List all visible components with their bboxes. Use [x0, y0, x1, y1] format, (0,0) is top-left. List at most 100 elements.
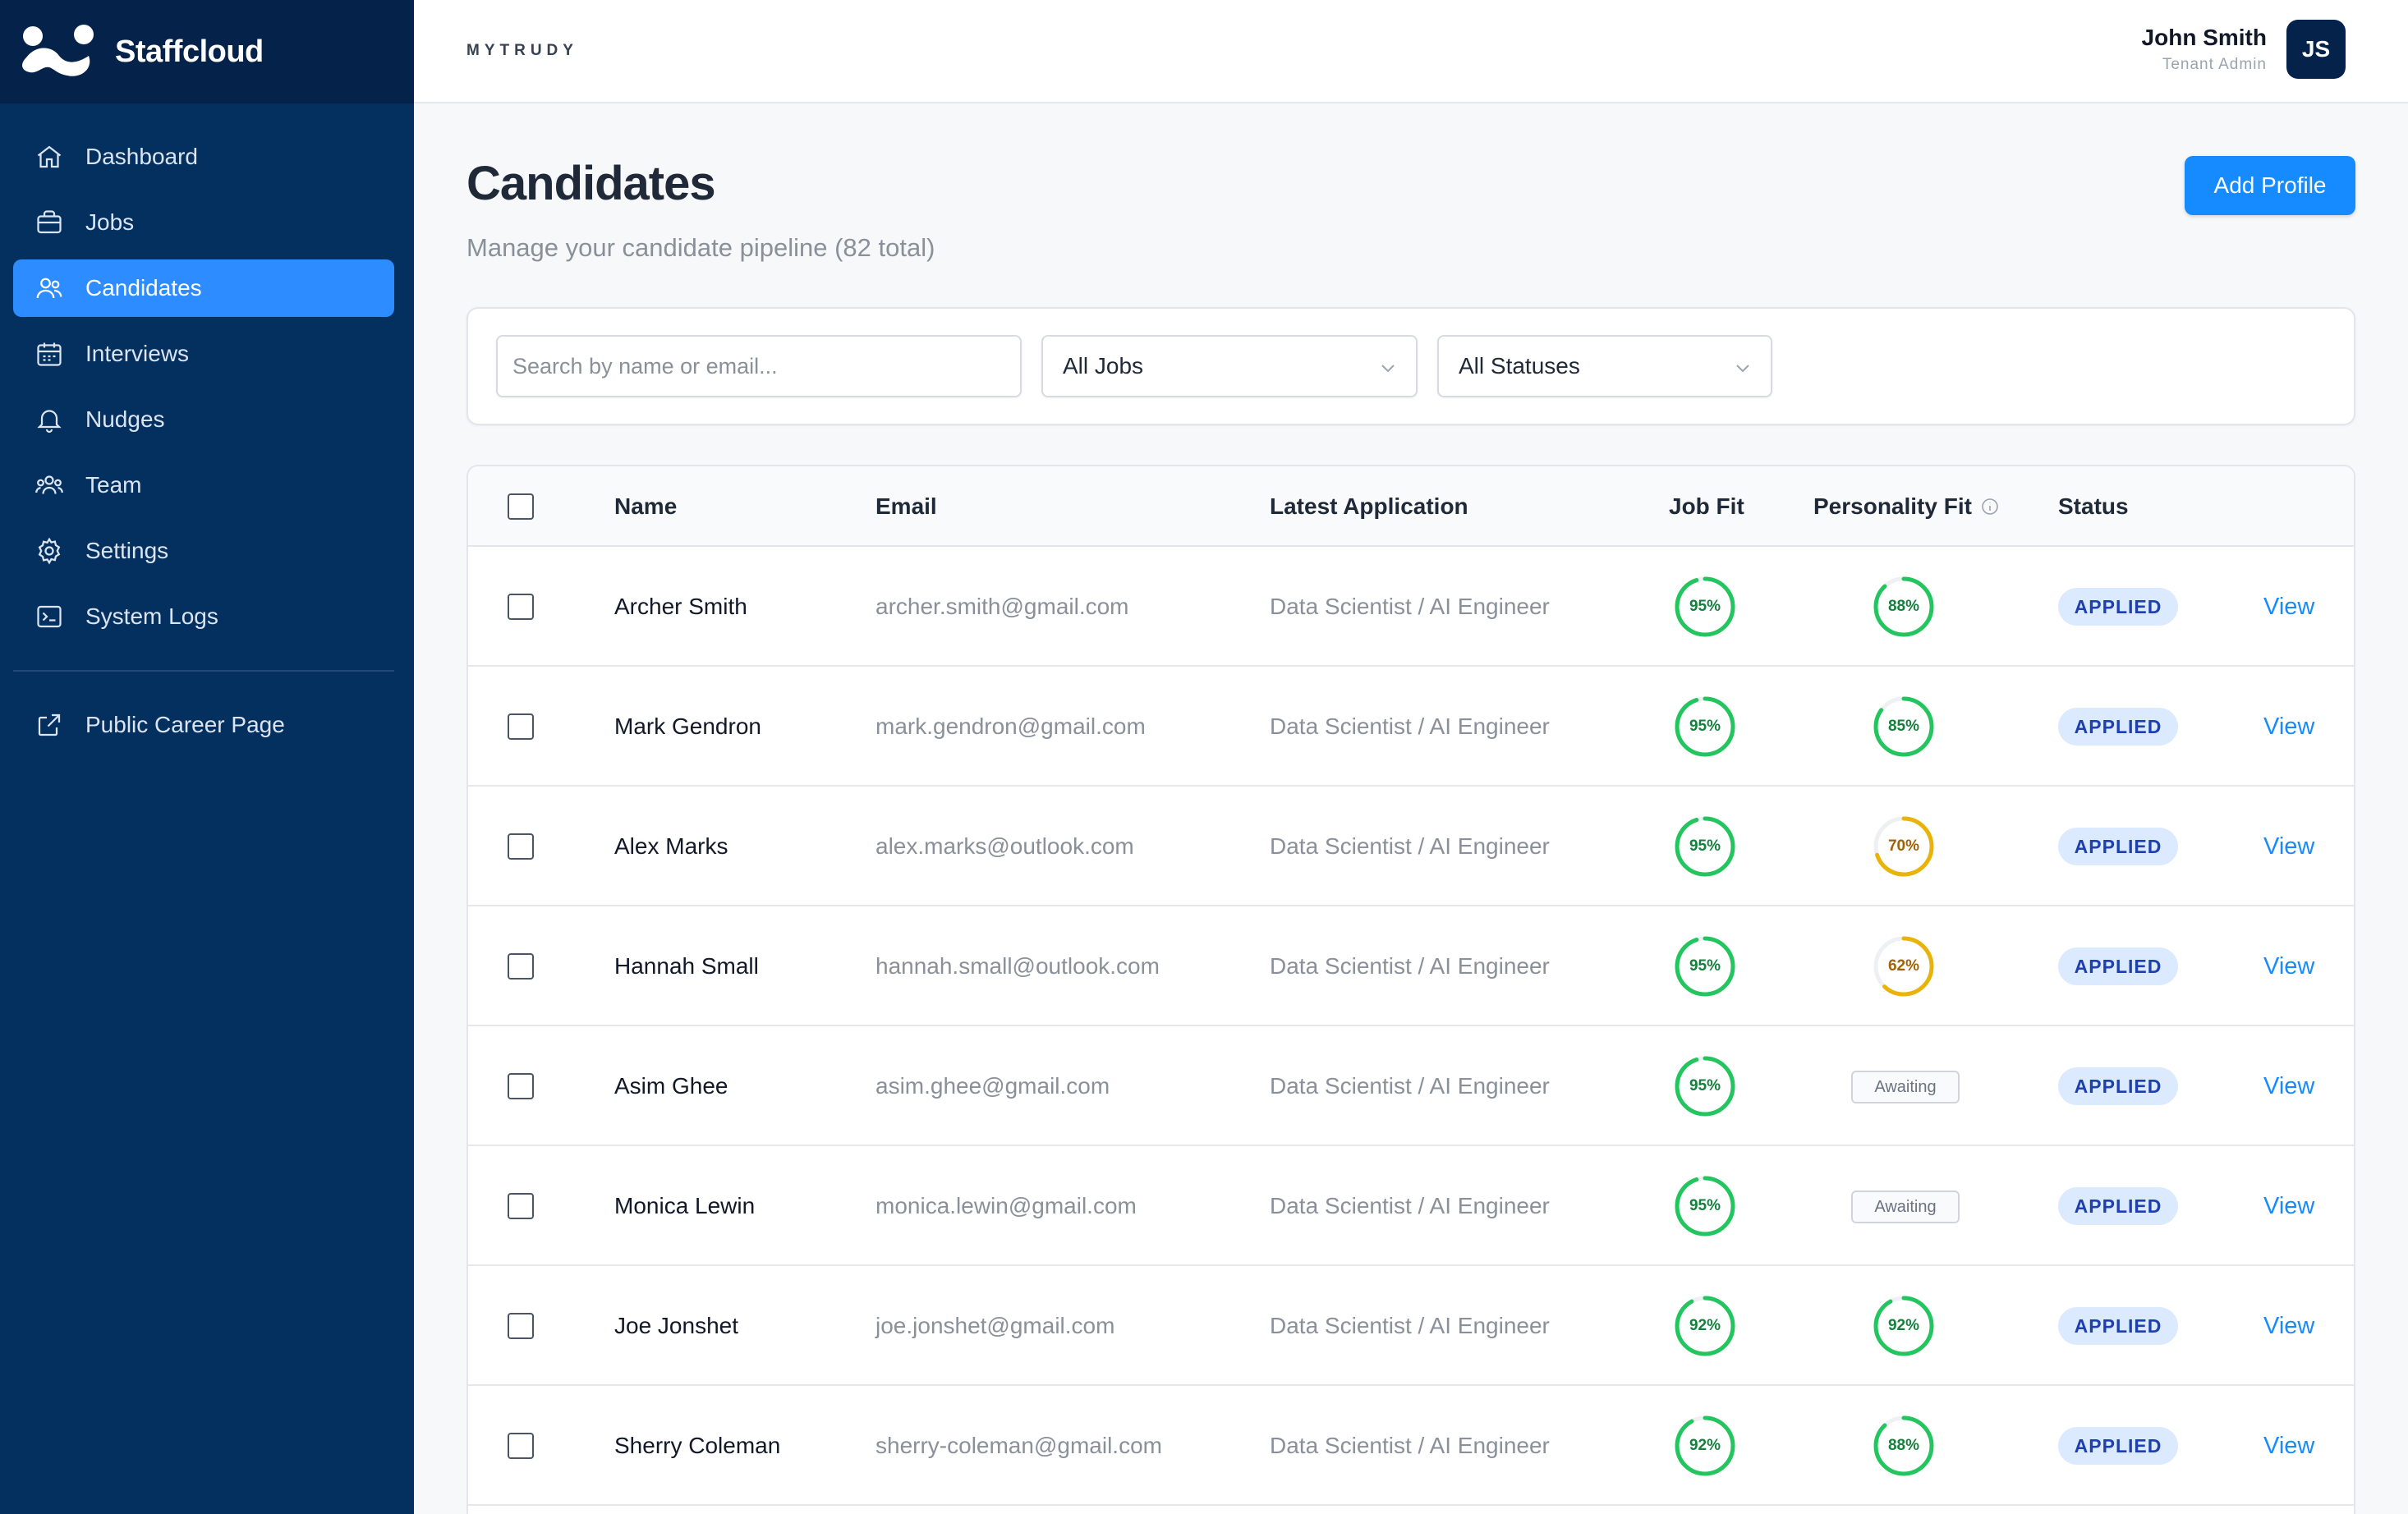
column-header-status[interactable]: Status	[2058, 466, 2129, 547]
job-fit-ring: 95%	[1672, 574, 1738, 640]
personality-fit-ring-label: 70%	[1887, 837, 1920, 855]
candidate-email: monica.lewin@gmail.com	[875, 1193, 1137, 1218]
row-checkbox[interactable]	[508, 1313, 534, 1339]
sidebar-item-label: Dashboard	[85, 144, 198, 169]
sidebar: Staffcloud Dashboard Jobs Candidates Int…	[0, 0, 414, 1514]
table-header: Name Email Latest Application Job Fit Pe…	[468, 466, 2354, 547]
sidebar-item-team[interactable]: Team	[13, 456, 394, 514]
sidebar-item-system-logs[interactable]: System Logs	[13, 588, 394, 645]
table-row[interactable]: Hannah Small hannah.small@outlook.com Data…	[468, 906, 2354, 1026]
view-link[interactable]: View	[2263, 667, 2314, 787]
sidebar-item-jobs[interactable]: Jobs	[13, 194, 394, 251]
view-link[interactable]: View	[2263, 1386, 2314, 1506]
page-title: Candidates	[466, 157, 716, 210]
column-header-name[interactable]: Name	[614, 466, 677, 547]
sidebar-item-label: Jobs	[85, 209, 135, 235]
calendar-icon	[34, 339, 64, 369]
sidebar-item-nudges[interactable]: Nudges	[13, 391, 394, 448]
row-checkbox[interactable]	[508, 594, 534, 620]
view-link[interactable]: View	[2263, 1266, 2314, 1386]
sidebar-item-settings[interactable]: Settings	[13, 522, 394, 580]
external-link-icon	[34, 710, 64, 740]
page-subtitle: Manage your candidate pipeline (82 total…	[466, 233, 935, 262]
sidebar-item-label: Public Career Page	[85, 712, 285, 737]
sidebar-nav: Dashboard Jobs Candidates Interviews Nud…	[0, 103, 414, 754]
users-icon	[34, 273, 64, 303]
user-role: Tenant Admin	[2162, 56, 2267, 73]
job-fit-ring-label: 92%	[1689, 1317, 1721, 1334]
jobs-select[interactable]: All Jobs	[1041, 335, 1418, 397]
select-all-checkbox[interactable]	[508, 493, 534, 520]
table-body: Archer Smith archer.smith@gmail.com Data S…	[468, 547, 2354, 1506]
job-fit-ring-label: 95%	[1689, 598, 1721, 615]
personality-fit-ring: 88%	[1871, 1413, 1937, 1479]
job-fit-ring: 95%	[1672, 1173, 1738, 1239]
view-link[interactable]: View	[2263, 1026, 2314, 1146]
sidebar-item-label: Settings	[85, 538, 169, 563]
info-icon[interactable]	[1980, 497, 2000, 516]
gear-icon	[34, 536, 64, 566]
row-checkbox[interactable]	[508, 833, 534, 860]
column-header-latest-application[interactable]: Latest Application	[1270, 466, 1468, 547]
personality-fit-ring-label: 88%	[1887, 598, 1920, 615]
job-fit-ring: 95%	[1672, 694, 1738, 759]
sidebar-divider	[13, 670, 394, 672]
search-input[interactable]	[496, 335, 1022, 397]
row-checkbox[interactable]	[508, 1433, 534, 1459]
candidates-table: Name Email Latest Application Job Fit Pe…	[466, 465, 2355, 1514]
status-badge: APPLIED	[2058, 828, 2178, 865]
add-profile-button[interactable]: Add Profile	[2185, 156, 2355, 215]
user-menu[interactable]: John Smith Tenant Admin JS	[2142, 20, 2346, 79]
view-link[interactable]: View	[2263, 1146, 2314, 1266]
personality-fit-ring: 92%	[1871, 1293, 1937, 1359]
row-checkbox[interactable]	[508, 953, 534, 980]
table-row[interactable]: Archer Smith archer.smith@gmail.com Data S…	[468, 547, 2354, 667]
personality-fit-ring-label: 92%	[1887, 1317, 1920, 1334]
avatar[interactable]: JS	[2286, 20, 2346, 79]
sidebar-item-dashboard[interactable]: Dashboard	[13, 128, 394, 186]
status-select[interactable]: All Statuses	[1437, 335, 1772, 397]
table-row[interactable]: Sherry Coleman sherry-coleman@gmail.com Da…	[468, 1386, 2354, 1506]
row-checkbox[interactable]	[508, 1073, 534, 1099]
view-link[interactable]: View	[2263, 787, 2314, 906]
row-checkbox[interactable]	[508, 1193, 534, 1219]
candidate-email: hannah.small@outlook.com	[875, 953, 1160, 979]
sidebar-item-interviews[interactable]: Interviews	[13, 325, 394, 383]
brand[interactable]: Staffcloud	[0, 0, 414, 103]
column-header-personality-fit[interactable]: Personality Fit	[1813, 466, 2000, 547]
personality-fit-ring-label: 85%	[1887, 718, 1920, 735]
table-row[interactable]: Monica Lewin monica.lewin@gmail.com Data S…	[468, 1146, 2354, 1266]
job-fit-ring: 95%	[1672, 814, 1738, 879]
jobs-select-value: All Jobs	[1063, 353, 1144, 378]
job-fit-ring-label: 95%	[1689, 837, 1721, 855]
candidate-name: Alex Marks	[614, 833, 728, 859]
column-header-job-fit[interactable]: Job Fit	[1669, 466, 1744, 547]
table-row[interactable]: Mark Gendron mark.gendron@gmail.com Data S…	[468, 667, 2354, 787]
table-row[interactable]: Asim Ghee asim.ghee@gmail.com Data Scienti…	[468, 1026, 2354, 1146]
status-badge: APPLIED	[2058, 1307, 2178, 1345]
candidate-email: mark.gendron@gmail.com	[875, 713, 1146, 739]
brand-name: Staffcloud	[115, 34, 264, 69]
candidate-email: sherry-coleman@gmail.com	[875, 1433, 1162, 1458]
user-name: John Smith	[2141, 25, 2267, 50]
table-row[interactable]: Joe Jonshet joe.jonshet@gmail.com Data Sci…	[468, 1266, 2354, 1386]
sidebar-item-label: Nudges	[85, 406, 165, 432]
job-fit-ring: 95%	[1672, 934, 1738, 999]
latest-application: Data Scientist / AI Engineer	[1270, 1193, 1550, 1218]
sidebar-item-public-career-page[interactable]: Public Career Page	[13, 696, 394, 754]
view-link[interactable]: View	[2263, 547, 2314, 667]
table-row[interactable]: Alex Marks alex.marks@outlook.com Data Sci…	[468, 787, 2354, 906]
sidebar-item-candidates[interactable]: Candidates	[13, 259, 394, 317]
sidebar-item-label: Team	[85, 472, 142, 498]
personality-fit-ring-label: 62%	[1887, 957, 1920, 975]
candidate-name: Asim Ghee	[614, 1073, 728, 1099]
row-checkbox[interactable]	[508, 713, 534, 740]
status-badge: APPLIED	[2058, 947, 2178, 985]
chevron-down-icon	[1381, 365, 1395, 373]
status-badge: APPLIED	[2058, 1187, 2178, 1225]
job-fit-ring-label: 92%	[1689, 1437, 1721, 1454]
candidate-email: alex.marks@outlook.com	[875, 833, 1134, 859]
view-link[interactable]: View	[2263, 906, 2314, 1026]
column-header-email[interactable]: Email	[875, 466, 937, 547]
candidate-name: Mark Gendron	[614, 713, 761, 739]
